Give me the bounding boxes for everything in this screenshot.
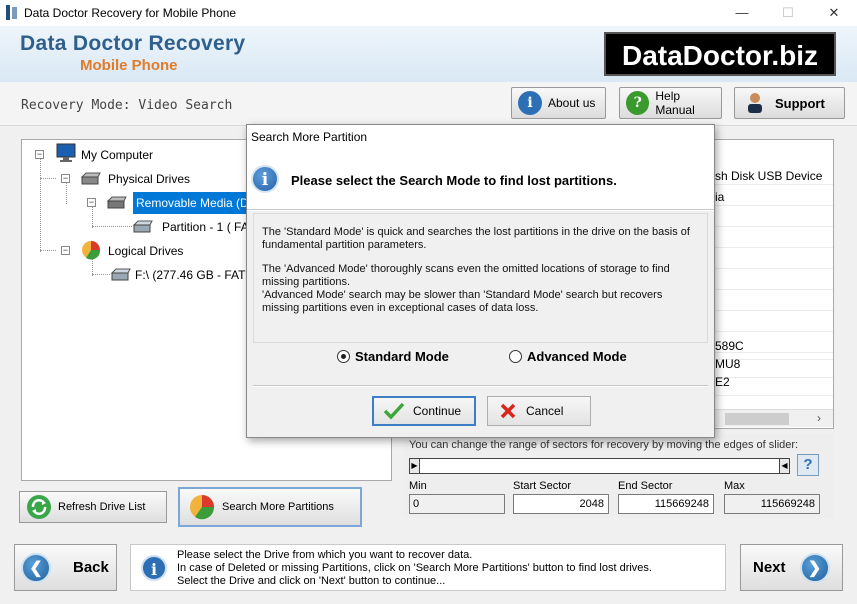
divider — [253, 385, 708, 387]
slider-help-button[interactable]: ? — [797, 454, 819, 476]
maximize-button[interactable]: ☐ — [765, 0, 811, 26]
expander-physical-drives[interactable]: − — [61, 174, 70, 183]
minimize-button[interactable]: — — [719, 0, 765, 26]
standard-mode-radio[interactable] — [337, 350, 350, 363]
divider — [247, 209, 714, 211]
logical-drive-icon — [110, 268, 131, 281]
about-us-button[interactable]: i About us — [511, 87, 606, 119]
instructions-box: i Please select the Drive from which you… — [130, 544, 726, 591]
end-sector-label: End Sector — [618, 480, 673, 492]
tree-line — [40, 158, 41, 252]
dialog-description: The 'Standard Mode' is quick and searche… — [253, 213, 708, 343]
next-button[interactable]: Next ❯ — [740, 544, 843, 591]
tree-item-logical-drives[interactable]: Logical Drives — [108, 244, 183, 258]
next-label: Next — [753, 559, 786, 576]
info-icon: i — [141, 555, 167, 581]
refresh-icon — [27, 495, 51, 519]
standard-mode-option[interactable]: Standard Mode — [337, 349, 449, 364]
max-label: Max — [724, 480, 745, 492]
expander-logical-drives[interactable]: − — [61, 246, 70, 255]
description-standard: The 'Standard Mode' is quick and searche… — [262, 226, 690, 251]
tree-item-physical-drives[interactable]: Physical Drives — [108, 172, 190, 186]
search-more-partitions-label: Search More Partitions — [222, 501, 334, 513]
help-manual-button[interactable]: ? Help Manual — [619, 87, 722, 119]
support-button[interactable]: Support — [734, 87, 845, 119]
title-bar: Data Doctor Recovery for Mobile Phone — … — [0, 0, 857, 26]
sector-slider[interactable]: ▶ ◀ — [409, 458, 790, 474]
tree-line — [40, 250, 56, 251]
refresh-drive-list-label: Refresh Drive List — [58, 501, 146, 513]
hard-drive-icon — [80, 172, 101, 185]
cancel-label: Cancel — [526, 404, 564, 418]
back-button[interactable]: ❮ Back — [14, 544, 117, 591]
description-advanced-note: 'Advanced Mode' search may be slower tha… — [262, 289, 663, 314]
computer-icon — [56, 143, 76, 162]
pie-chart-icon — [190, 495, 215, 520]
dialog-heading: Please select the Search Mode to find lo… — [291, 173, 617, 188]
min-field: 0 — [409, 494, 505, 514]
max-field: 115669248 — [724, 494, 820, 514]
start-sector-label: Start Sector — [513, 480, 572, 492]
removable-drive-icon — [106, 196, 127, 209]
datadoctor-logo: DataDoctor.biz — [604, 32, 836, 76]
recovery-mode-label: Recovery Mode: Video Search — [21, 98, 233, 113]
app-icon — [6, 5, 17, 20]
tree-line — [40, 178, 56, 179]
scrollbar-thumb[interactable] — [725, 413, 789, 425]
logical-drives-pie-icon — [82, 241, 101, 260]
partition-icon — [132, 220, 153, 233]
tree-line — [92, 274, 110, 275]
tree-line — [92, 206, 93, 228]
search-more-partition-dialog: Search More Partition i Please select th… — [246, 124, 715, 438]
end-sector-field[interactable]: 115669248 — [618, 494, 714, 514]
support-person-icon — [748, 93, 762, 113]
scroll-right-icon[interactable]: › — [817, 411, 821, 425]
continue-button[interactable]: Continue — [372, 396, 476, 426]
search-more-partitions-button[interactable]: Search More Partitions — [178, 487, 362, 527]
continue-label: Continue — [413, 404, 462, 418]
instructions-text: Please select the Drive from which you w… — [177, 549, 652, 588]
next-arrow-icon: ❯ — [799, 552, 830, 583]
check-icon — [383, 402, 405, 420]
tree-item-partition[interactable]: Partition - 1 ( FAT — [162, 220, 255, 234]
brand-title: Data Doctor Recovery — [20, 32, 246, 55]
tree-line — [66, 182, 67, 204]
tree-item-my-computer[interactable]: My Computer — [81, 148, 153, 162]
instruction-line: Please select the Drive from which you w… — [177, 549, 473, 561]
expander-my-computer[interactable]: − — [35, 150, 44, 159]
cancel-button[interactable]: Cancel — [487, 396, 591, 426]
advanced-mode-radio[interactable] — [509, 350, 522, 363]
slider-start-handle[interactable]: ▶ — [410, 459, 420, 473]
slider-hint: You can change the range of sectors for … — [409, 439, 799, 451]
support-label: Support — [775, 95, 825, 111]
help-manual-label: Help Manual — [655, 89, 695, 117]
min-label: Min — [409, 480, 427, 492]
back-label: Back — [73, 559, 109, 576]
back-arrow-icon: ❮ — [21, 552, 51, 583]
about-us-label: About us — [548, 96, 596, 110]
info-icon: i — [251, 165, 279, 193]
description-advanced: The 'Advanced Mode' thoroughly scans eve… — [262, 263, 670, 288]
instruction-line: In case of Deleted or missing Partitions… — [177, 562, 652, 574]
slider-end-handle[interactable]: ◀ — [779, 459, 789, 473]
brand-subtitle: Mobile Phone — [80, 57, 178, 74]
info-icon: i — [518, 91, 542, 115]
window-title: Data Doctor Recovery for Mobile Phone — [24, 6, 237, 20]
close-button[interactable]: ✕ — [811, 0, 857, 26]
advanced-mode-label: Advanced Mode — [527, 349, 627, 364]
sector-range-panel: You can change the range of sectors for … — [404, 434, 834, 518]
tree-item-logical-f[interactable]: F:\ (277.46 GB - FAT — [135, 268, 245, 282]
standard-mode-label: Standard Mode — [355, 349, 449, 364]
refresh-drive-list-button[interactable]: Refresh Drive List — [19, 491, 167, 523]
tree-line — [92, 226, 132, 227]
dialog-title: Search More Partition — [247, 125, 714, 149]
help-icon: ? — [626, 91, 650, 115]
start-sector-field[interactable]: 2048 — [513, 494, 609, 514]
instruction-line: Select the Drive and click on 'Next' but… — [177, 575, 446, 587]
expander-removable-media[interactable]: − — [87, 198, 96, 207]
advanced-mode-option[interactable]: Advanced Mode — [509, 349, 627, 364]
cross-icon — [500, 403, 516, 419]
dialog-header: i Please select the Search Mode to find … — [247, 149, 714, 209]
